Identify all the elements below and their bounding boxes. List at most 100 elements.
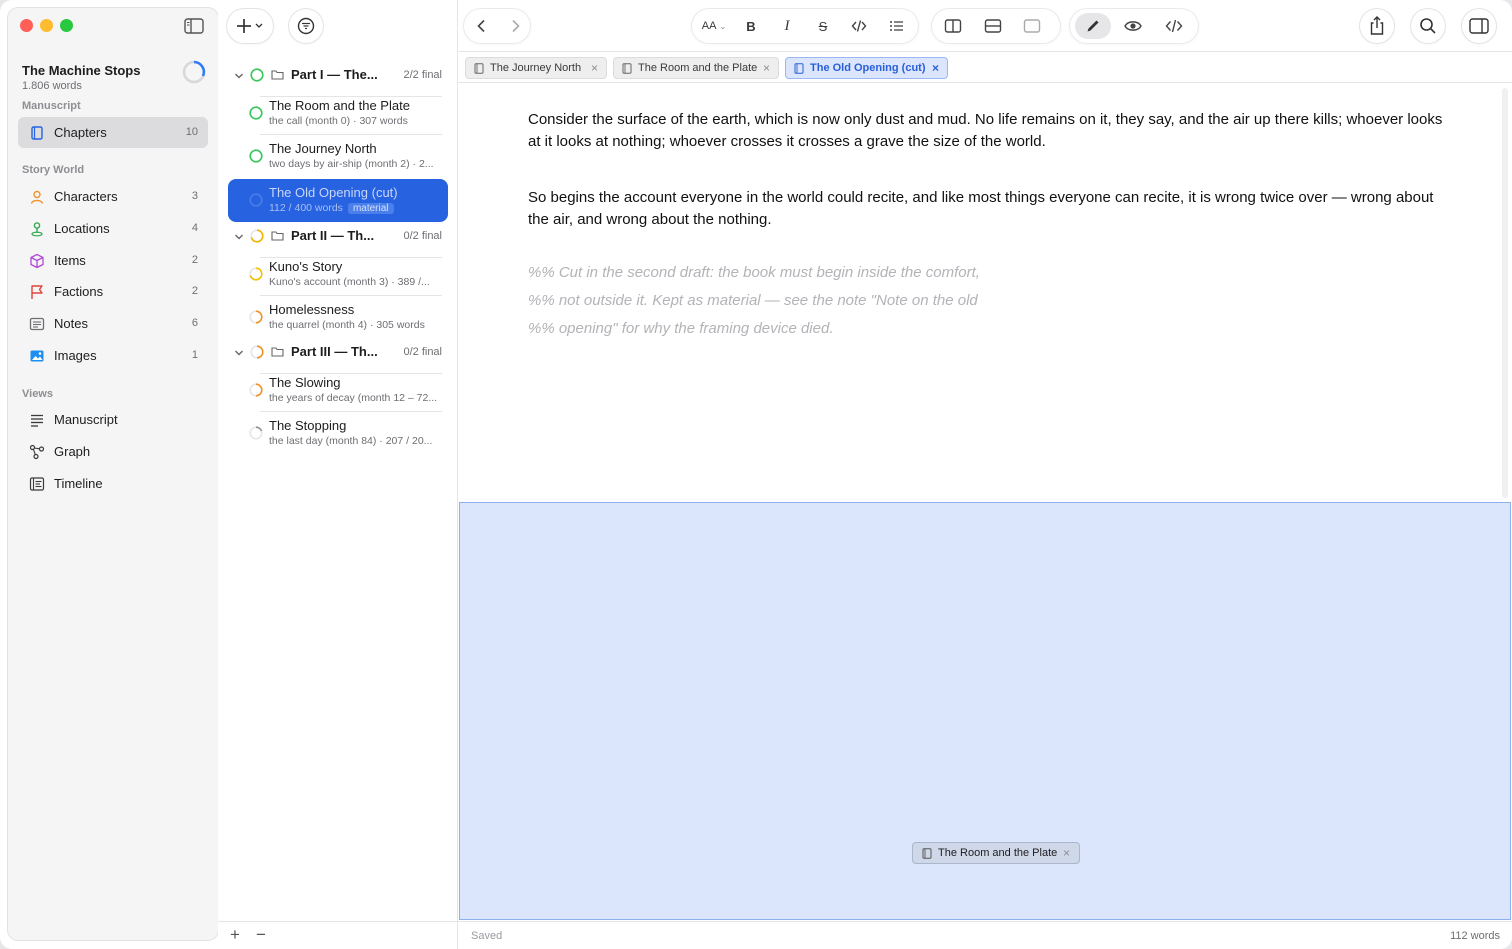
chevron-down-icon[interactable] xyxy=(234,232,244,242)
chapter-row[interactable]: The Room and the Plate the call (month 0… xyxy=(228,92,448,135)
sidebar-item-label: Factions xyxy=(54,284,104,299)
story-world-section-heading: Story World xyxy=(22,164,85,176)
chapter-row-selected[interactable]: The Old Opening (cut) 112 / 400 words mat… xyxy=(228,179,448,222)
strikethrough-button[interactable]: S xyxy=(812,16,834,36)
tab-the-room-and-the-plate[interactable]: The Room and the Plate × xyxy=(613,57,779,79)
close-tab-icon[interactable]: × xyxy=(932,61,939,75)
part-progress: 2/2 final xyxy=(403,69,442,81)
sidebar-item-manuscript-view[interactable]: Manuscript xyxy=(18,404,208,435)
navigation-group xyxy=(464,9,530,43)
dragged-tab[interactable]: The Room and the Plate × xyxy=(912,842,1080,864)
folder-icon xyxy=(271,70,284,80)
sidebar-item-factions[interactable]: Factions 2 xyxy=(18,276,208,307)
cube-icon xyxy=(30,253,44,269)
sidebar-toggle-icon[interactable] xyxy=(184,18,204,34)
chapter-subtitle: two days by air-ship (month 2) · 2... xyxy=(269,158,434,170)
close-tab-icon[interactable]: × xyxy=(1063,846,1070,860)
part-row[interactable]: Part II — Th... 0/2 final xyxy=(228,218,448,258)
add-menu-button[interactable] xyxy=(227,9,273,43)
split-drop-zone[interactable]: The Room and the Plate × xyxy=(459,502,1511,920)
bold-button[interactable]: B xyxy=(740,16,762,36)
text-lines-icon xyxy=(31,414,43,427)
chevron-down-icon[interactable] xyxy=(234,71,244,81)
sidebar-item-count: 10 xyxy=(185,126,198,138)
paragraph: Consider the surface of the earth, which… xyxy=(528,111,1443,150)
sidebar-item-graph-view[interactable]: Graph xyxy=(18,436,208,467)
project-word-count: 1.806 words xyxy=(22,80,82,92)
chapter-subtitle: Kuno's account (month 3) · 389 /... xyxy=(269,276,430,288)
search-button[interactable] xyxy=(1411,9,1445,43)
sidebar-item-label: Notes xyxy=(54,316,88,331)
split-horizontal-button[interactable] xyxy=(982,16,1004,36)
image-icon xyxy=(30,350,44,362)
forward-button[interactable] xyxy=(504,16,526,36)
part-row[interactable]: Part III — Th... 0/2 final xyxy=(228,334,448,374)
tab-label: The Journey North xyxy=(490,62,582,74)
pencil-icon xyxy=(1087,20,1099,32)
text-size-label: AA xyxy=(701,20,717,32)
comment-line: %% Cut in the second draft: the book mus… xyxy=(528,264,980,281)
search-icon xyxy=(1420,18,1436,34)
tab-the-journey-north[interactable]: The Journey North × xyxy=(465,57,607,79)
status-final-icon xyxy=(250,68,264,82)
add-chapter-button[interactable]: + xyxy=(230,925,240,945)
sidebar-item-locations[interactable]: Locations 4 xyxy=(18,213,208,244)
sidebar-item-count: 6 xyxy=(191,317,198,329)
remove-chapter-button[interactable]: − xyxy=(256,925,266,945)
chapter-row[interactable]: Kuno's Story Kuno's account (month 3) · … xyxy=(228,253,448,296)
sidebar-item-label: Chapters xyxy=(54,125,107,140)
status-draft-icon xyxy=(249,426,263,440)
tab-the-old-opening-cut[interactable]: The Old Opening (cut) × xyxy=(785,57,948,79)
edit-mode-button[interactable] xyxy=(1082,16,1104,36)
manuscript-section-heading: Manuscript xyxy=(22,100,81,112)
chapter-title: The Old Opening (cut) xyxy=(269,185,398,200)
close-window-button[interactable] xyxy=(20,19,33,32)
status-final-icon xyxy=(249,106,263,120)
sidebar-item-notes[interactable]: Notes 6 xyxy=(18,308,208,339)
graph-nodes-icon xyxy=(29,444,45,460)
chevron-down-icon: ⌄ xyxy=(719,21,727,31)
zoom-window-button[interactable] xyxy=(60,19,73,32)
minimize-window-button[interactable] xyxy=(40,19,53,32)
text-editor[interactable]: Consider the surface of the earth, which… xyxy=(458,84,1512,502)
map-pin-icon xyxy=(31,222,43,237)
text-size-button[interactable]: AA ⌄ xyxy=(699,16,729,36)
book-icon xyxy=(622,63,632,74)
close-tab-icon[interactable]: × xyxy=(763,61,770,75)
chapter-row[interactable]: Homelessness the quarrel (month 4) · 305… xyxy=(228,296,448,339)
book-icon xyxy=(474,63,484,74)
sidebar-item-chapters[interactable]: Chapters 10 xyxy=(18,117,208,148)
sidebar-item-characters[interactable]: Characters 3 xyxy=(18,181,208,212)
dragged-tab-label: The Room and the Plate xyxy=(938,847,1058,859)
sidebar-item-label: Locations xyxy=(54,221,110,236)
split-vertical-button[interactable] xyxy=(942,16,964,36)
sidebar-item-images[interactable]: Images 1 xyxy=(18,340,208,371)
part-title: Part III — Th... xyxy=(291,344,378,359)
share-icon xyxy=(1370,16,1384,35)
source-mode-button[interactable] xyxy=(1163,16,1185,36)
chapter-row[interactable]: The Journey North two days by air-ship (… xyxy=(228,135,448,178)
mode-toolbar xyxy=(1070,9,1198,43)
sidebar-item-timeline-view[interactable]: Timeline xyxy=(18,468,208,499)
single-pane-button[interactable] xyxy=(1021,16,1043,36)
chapter-row[interactable]: The Slowing the years of decay (month 12… xyxy=(228,369,448,412)
part-row[interactable]: Part I — The... 2/2 final xyxy=(228,57,448,97)
inline-code-button[interactable] xyxy=(848,16,870,36)
back-button[interactable] xyxy=(471,16,493,36)
status-draft-icon xyxy=(249,310,263,324)
chapter-title: The Stopping xyxy=(269,418,347,433)
preview-mode-button[interactable] xyxy=(1122,16,1144,36)
filter-button[interactable] xyxy=(289,9,323,43)
inspector-toggle-button[interactable] xyxy=(1462,9,1496,43)
italic-button[interactable]: I xyxy=(776,16,798,36)
app-window: The Machine Stops 1.806 words Manuscript… xyxy=(0,0,1512,949)
part-title: Part II — Th... xyxy=(291,228,375,243)
chapter-row[interactable]: The Stopping the last day (month 84) · 2… xyxy=(228,412,448,455)
sidebar-item-count: 2 xyxy=(191,254,198,266)
chevron-down-icon[interactable] xyxy=(234,348,244,358)
close-tab-icon[interactable]: × xyxy=(591,61,598,75)
share-button[interactable] xyxy=(1360,9,1394,43)
scrollbar[interactable] xyxy=(1502,88,1508,498)
list-style-button[interactable] xyxy=(882,16,912,36)
sidebar-item-items[interactable]: Items 2 xyxy=(18,245,208,276)
